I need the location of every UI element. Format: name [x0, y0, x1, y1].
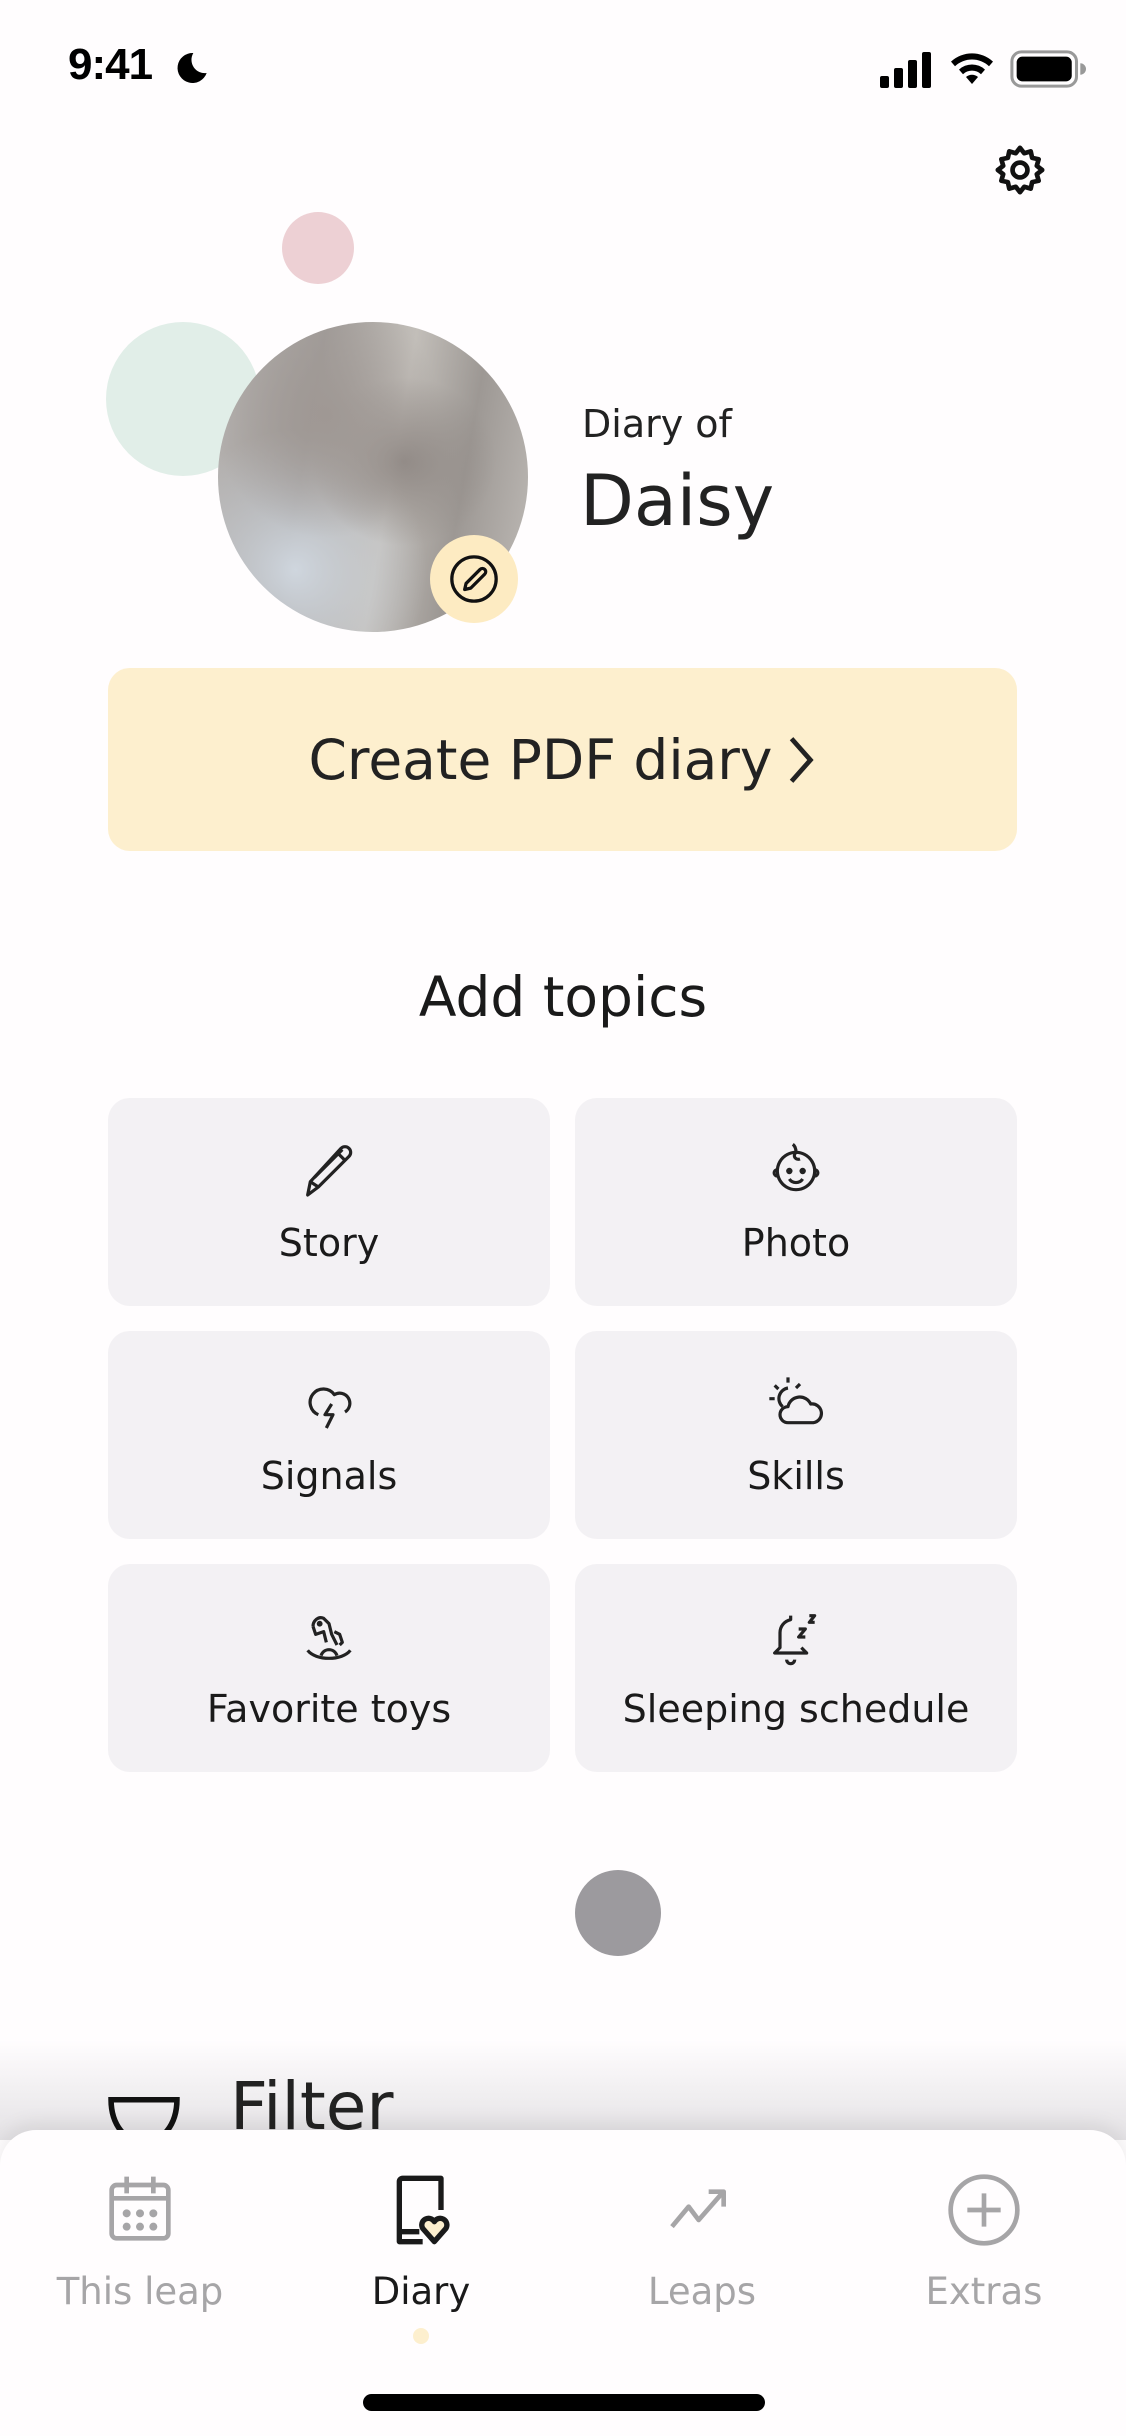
topic-label: Signals — [260, 1454, 398, 1498]
tab-extras[interactable]: Extras — [864, 2170, 1104, 2313]
diary-heart-icon — [396, 2175, 450, 2245]
bell-sleep-icon — [773, 1614, 817, 1666]
create-pdf-diary-button[interactable]: Create PDF diary — [108, 668, 1017, 851]
topic-label: Story — [278, 1221, 380, 1265]
sun-cloud-icon — [769, 1377, 823, 1425]
topic-sleeping-schedule[interactable]: Sleeping schedule — [575, 1564, 1017, 1772]
edit-avatar-button[interactable] — [430, 535, 518, 623]
topic-label: Skills — [747, 1454, 845, 1498]
wifi-icon — [951, 53, 993, 84]
topic-story[interactable]: Story — [108, 1098, 550, 1306]
active-tab-indicator — [413, 2328, 429, 2344]
decorative-pink-dot — [282, 212, 354, 284]
tab-label: Extras — [925, 2270, 1043, 2313]
topic-signals[interactable]: Signals — [108, 1331, 550, 1539]
chevron-right-icon — [790, 736, 815, 783]
status-time: 9:41 — [68, 40, 153, 89]
topics-grid: Story Photo Signals Skills Favorite toys — [108, 1098, 1017, 1772]
trend-up-icon — [670, 2189, 726, 2229]
calendar-icon — [109, 2176, 171, 2241]
topic-label: Sleeping schedule — [622, 1687, 970, 1731]
topic-label: Favorite toys — [206, 1687, 452, 1731]
moon-icon — [177, 52, 207, 83]
tab-leaps[interactable]: Leaps — [582, 2170, 822, 2313]
tab-label: This leap — [56, 2270, 224, 2313]
child-name: Daisy — [580, 460, 775, 542]
plus-circle-icon — [948, 2174, 1020, 2246]
home-indicator[interactable] — [363, 2394, 765, 2411]
topic-photo[interactable]: Photo — [575, 1098, 1017, 1306]
loading-indicator-dot — [575, 1870, 661, 1956]
topic-skills[interactable]: Skills — [575, 1331, 1017, 1539]
topic-favorite-toys[interactable]: Favorite toys — [108, 1564, 550, 1772]
cellular-signal-icon — [880, 52, 931, 88]
tab-this-leap[interactable]: This leap — [20, 2170, 260, 2313]
pencil-circle-icon — [450, 555, 498, 603]
diary-of-label: Diary of — [582, 402, 732, 446]
baby-face-icon — [772, 1143, 820, 1192]
pencil-icon — [306, 1145, 353, 1197]
topic-label: Photo — [741, 1221, 851, 1265]
rocking-horse-icon — [306, 1616, 352, 1660]
tab-label: Diary — [371, 2270, 471, 2313]
storm-cloud-icon — [308, 1387, 352, 1429]
gear-icon[interactable] — [992, 142, 1048, 198]
tab-label: Leaps — [647, 2270, 757, 2313]
add-topics-heading: Add topics — [418, 965, 708, 1029]
create-pdf-diary-label: Create PDF diary — [308, 727, 773, 792]
battery-icon — [1010, 50, 1086, 88]
tab-diary[interactable]: Diary — [301, 2170, 541, 2313]
